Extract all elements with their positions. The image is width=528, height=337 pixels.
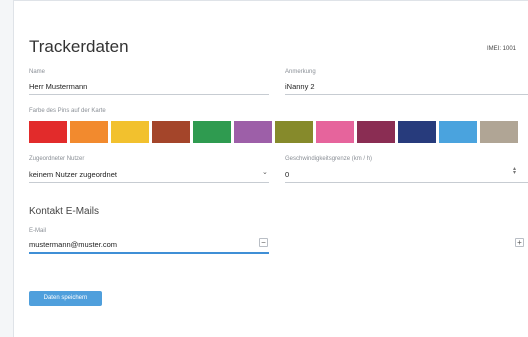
name-input[interactable]: Herr Mustermann: [29, 82, 87, 91]
color-swatch-11[interactable]: [439, 121, 477, 143]
note-input[interactable]: iNanny 2: [285, 82, 315, 91]
color-swatch-12[interactable]: [480, 121, 518, 143]
email-label: E-Mail: [29, 228, 47, 234]
color-swatch-2[interactable]: [70, 121, 108, 143]
user-label: Zugeordneter Nutzer: [29, 156, 85, 162]
color-swatch-4[interactable]: [152, 121, 190, 143]
page-title: Trackerdaten: [29, 37, 129, 56]
color-swatch-7[interactable]: [275, 121, 313, 143]
chevron-down-icon[interactable]: ⌄: [262, 168, 268, 176]
contacts-section-title: Kontakt E-Mails: [29, 206, 100, 217]
user-select[interactable]: keinem Nutzer zugeordnet: [29, 170, 117, 179]
name-label: Name: [29, 69, 46, 75]
imei-label: IMEI: 1001: [487, 46, 517, 52]
number-stepper-icon[interactable]: ▴ ▾: [513, 166, 516, 176]
color-swatch-8[interactable]: [316, 121, 354, 143]
note-label: Anmerkung: [285, 69, 316, 75]
color-swatch-1[interactable]: [29, 121, 67, 143]
color-swatch-9[interactable]: [357, 121, 395, 143]
name-underline: [29, 94, 269, 95]
add-email-button[interactable]: +: [515, 238, 524, 247]
remove-email-button[interactable]: −: [259, 238, 268, 247]
save-button[interactable]: Daten speichern: [29, 291, 102, 306]
note-underline: [285, 94, 528, 95]
pin-color-label: Farbe des Pins auf der Karte: [29, 108, 106, 114]
speed-input[interactable]: 0: [285, 170, 289, 179]
speed-label: Geschwindigkeitsgrenze (km / h): [285, 156, 373, 162]
color-swatch-3[interactable]: [111, 121, 149, 143]
speed-underline: [285, 182, 528, 183]
user-underline: [29, 182, 269, 183]
email-input[interactable]: mustermann@muster.com: [29, 240, 117, 249]
email-underline: [29, 252, 269, 254]
color-swatch-6[interactable]: [234, 121, 272, 143]
color-swatch-10[interactable]: [398, 121, 436, 143]
color-swatch-5[interactable]: [193, 121, 231, 143]
pin-color-palette: [29, 121, 518, 143]
